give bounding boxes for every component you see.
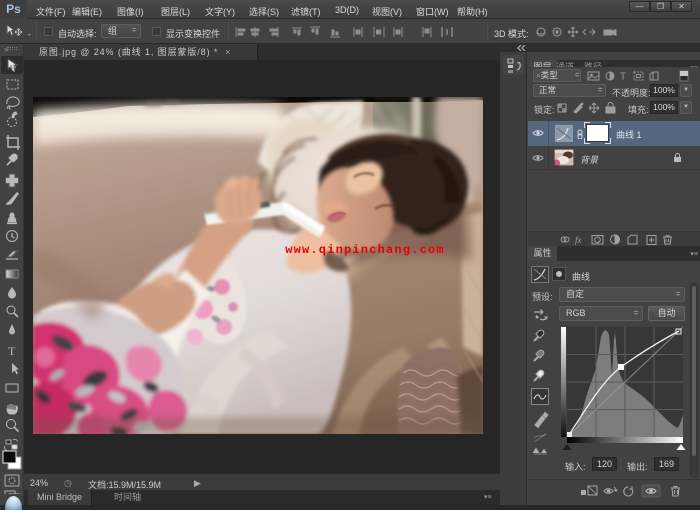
svg-text:www.qinpinchang.com: www.qinpinchang.com (285, 243, 445, 257)
svg-text:T: T (8, 344, 16, 358)
svg-text:T: T (620, 72, 626, 83)
svg-text:fx: fx (575, 235, 582, 245)
